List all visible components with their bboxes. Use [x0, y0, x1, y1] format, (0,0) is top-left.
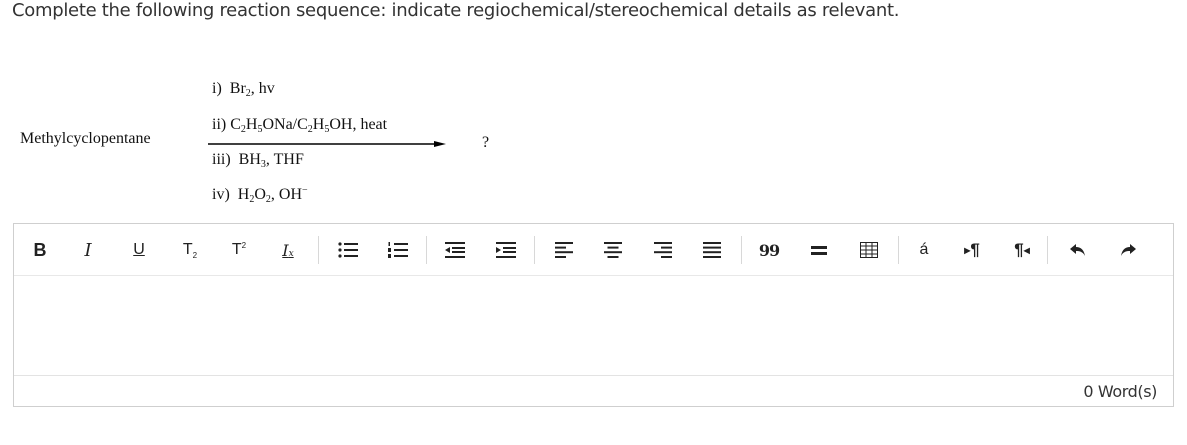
subscript-icon[interactable]: T2 [178, 237, 202, 263]
reactant-label: Methylcyclopentane [20, 130, 151, 147]
rtl-icon[interactable]: ¶ ◀ [1007, 237, 1037, 263]
reagent-step-4: iv) H2O2, OH− [212, 185, 308, 205]
reaction-scheme: Methylcyclopentane i) Br2, hv ii) C2H5ON… [0, 0, 520, 215]
bold-icon[interactable]: B [30, 237, 50, 263]
align-left-icon[interactable] [552, 237, 576, 263]
editor-status-bar: 0 Word(s) [14, 375, 1173, 406]
clear-formatting-icon[interactable]: Ix [276, 237, 300, 263]
toolbar-separator [534, 236, 535, 264]
toolbar-separator [426, 236, 427, 264]
align-right-icon[interactable] [651, 237, 675, 263]
product-placeholder: ? [482, 134, 490, 151]
bullet-list-icon[interactable] [336, 237, 360, 263]
horizontal-rule-icon[interactable] [807, 237, 831, 263]
toolbar-separator [741, 236, 742, 264]
reagent-step-2: ii) C2H5ONa/C2H5OH, heat [212, 116, 388, 135]
italic-icon[interactable]: I [78, 237, 98, 263]
indent-icon[interactable] [494, 237, 518, 263]
table-icon[interactable] [857, 237, 881, 263]
rich-text-editor: B I U T2 T2 Ix 99 á ▶ ¶ ¶ ◀ 0 Word(s) [13, 223, 1174, 407]
superscript-icon[interactable]: T2 [227, 237, 251, 263]
align-center-icon[interactable] [601, 237, 625, 263]
editor-toolbar: B I U T2 T2 Ix 99 á ▶ ¶ ¶ ◀ [14, 224, 1173, 276]
ltr-icon[interactable]: ▶ ¶ [957, 237, 987, 263]
toolbar-separator [318, 236, 319, 264]
reagent-step-3: iii) BH3, THF [212, 151, 304, 170]
redo-icon[interactable] [1116, 237, 1140, 263]
reagent-step-1: i) Br2, hv [212, 80, 275, 99]
numbered-list-icon[interactable] [386, 237, 410, 263]
word-count: 0 Word(s) [1083, 382, 1157, 401]
reaction-arrow [208, 141, 446, 147]
toolbar-separator [1047, 236, 1048, 264]
editor-content-area[interactable] [14, 276, 1173, 376]
align-justify-icon[interactable] [700, 237, 724, 263]
special-character-icon[interactable]: á [912, 237, 936, 263]
toolbar-separator [898, 236, 899, 264]
blockquote-icon[interactable]: 99 [757, 237, 781, 263]
underline-icon[interactable]: U [129, 237, 149, 263]
outdent-icon[interactable] [443, 237, 467, 263]
undo-icon[interactable] [1066, 237, 1090, 263]
